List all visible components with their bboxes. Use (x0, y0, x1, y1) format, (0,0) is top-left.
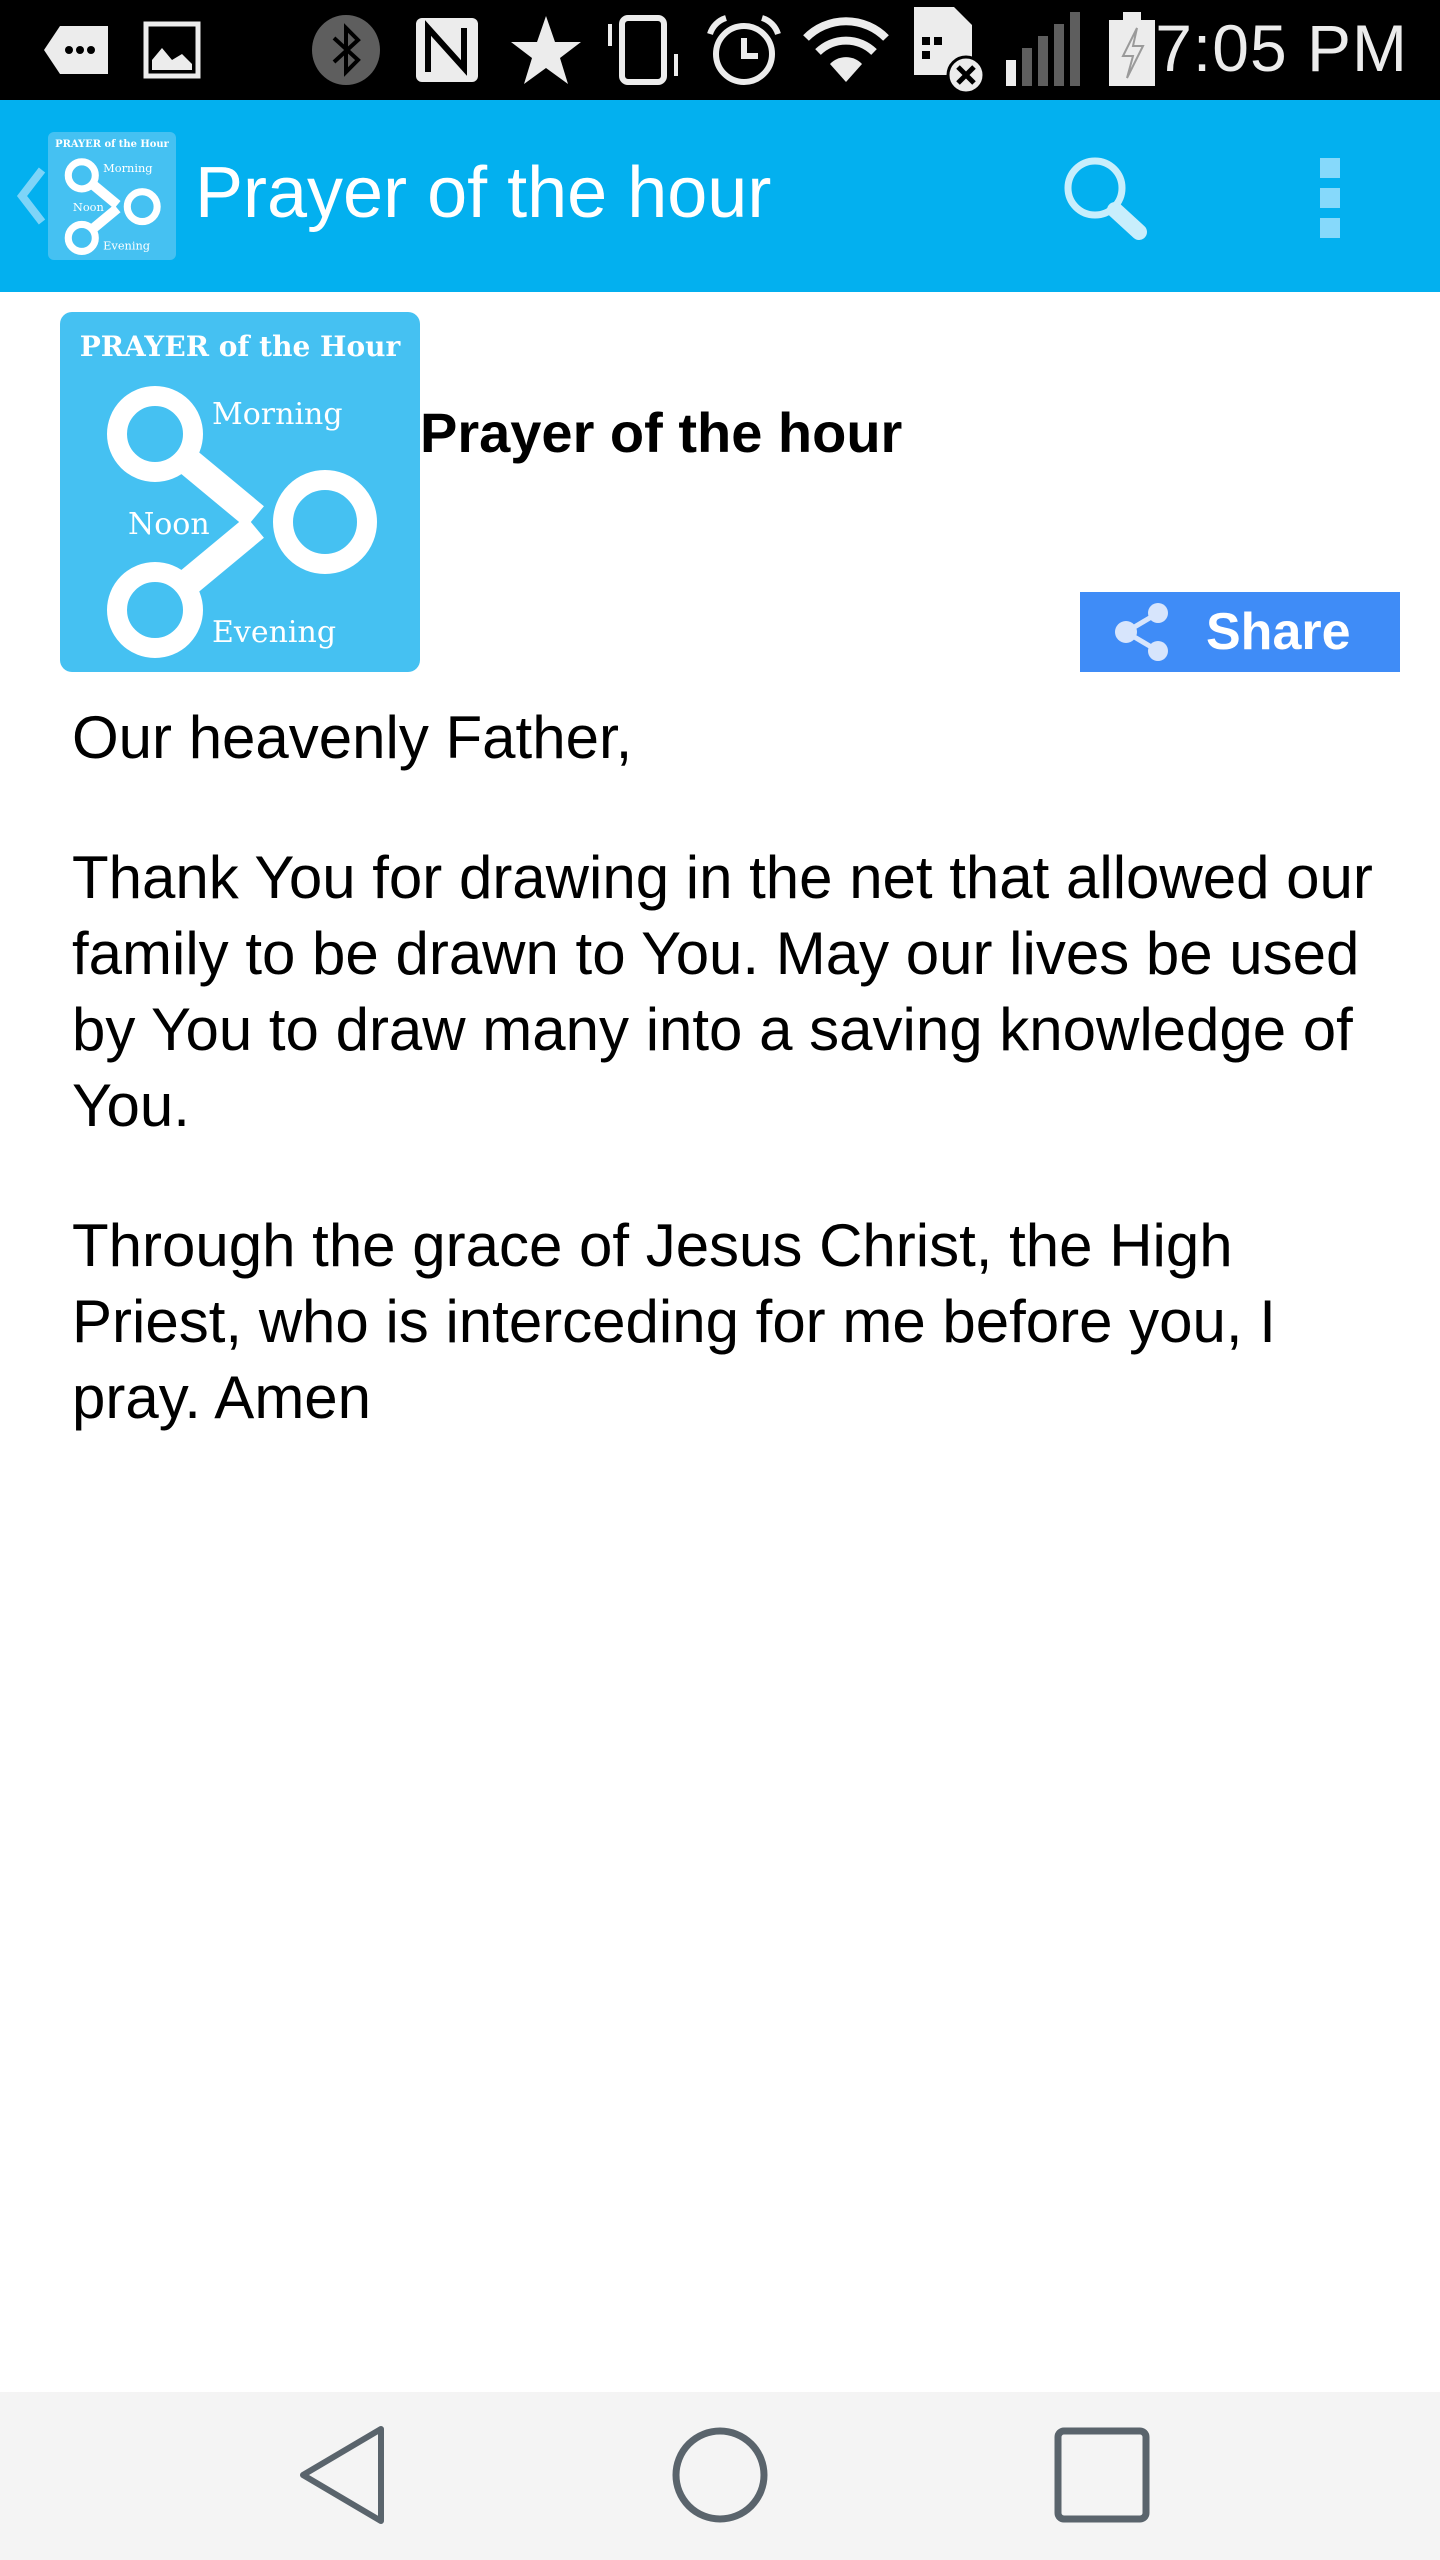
status-bar: 7:05 PM (0, 0, 1440, 100)
more-vert-icon (1318, 156, 1342, 243)
vibrate-icon (604, 14, 684, 86)
logo-title: PRAYER of the Hour (80, 330, 402, 363)
message-icon (40, 14, 112, 86)
nav-recents-button[interactable] (1032, 2426, 1172, 2526)
logo-label-morning: Morning (103, 161, 152, 175)
app-title: Prayer of the hour (195, 153, 772, 233)
chevron-left-icon[interactable] (14, 166, 46, 226)
prayer-header: PRAYER of the Hour Morning Noon Evening … (0, 292, 1440, 682)
logo-label-noon: Noon (128, 507, 210, 542)
battery-charging-icon (1106, 12, 1158, 86)
recents-icon (1052, 2425, 1152, 2528)
home-icon (670, 2425, 770, 2528)
overflow-menu-button[interactable] (1290, 144, 1370, 254)
logo-label-evening: Evening (103, 238, 150, 252)
image-icon (140, 14, 204, 86)
prayer-paragraph: Thank You for drawing in the net that al… (72, 844, 1373, 1139)
logo-label-evening: Evening (212, 615, 336, 650)
system-nav-bar (0, 2392, 1440, 2560)
signal-icon (1004, 12, 1090, 86)
back-icon (297, 2425, 387, 2528)
app-logo[interactable]: PRAYER of the Hour Morning Noon Evening (48, 132, 176, 260)
search-icon (1057, 150, 1153, 249)
bluetooth-icon (308, 14, 384, 86)
nfc-icon (412, 14, 482, 86)
logo-title: PRAYER of the Hour (55, 139, 170, 150)
prayer-body: Our heavenly Father, Thank You for drawi… (72, 700, 1392, 1500)
status-time: 7:05 PM (1155, 11, 1408, 85)
search-button[interactable] (1050, 144, 1160, 254)
app-bar: PRAYER of the Hour Morning Noon Evening … (0, 100, 1440, 292)
alarm-icon (704, 14, 784, 86)
star-icon (508, 14, 584, 86)
no-sim-icon (910, 7, 990, 95)
logo-label-noon: Noon (73, 200, 104, 214)
share-button[interactable]: Share (1080, 592, 1400, 672)
prayer-logo-image: PRAYER of the Hour Morning Noon Evening (60, 312, 420, 672)
share-label: Share (1206, 603, 1351, 661)
share-icon (1110, 599, 1176, 665)
prayer-paragraph: Our heavenly Father, (72, 704, 633, 771)
prayer-paragraph: Through the grace of Jesus Christ, the H… (72, 1212, 1276, 1431)
nav-back-button[interactable] (272, 2425, 412, 2528)
nav-home-button[interactable] (650, 2426, 790, 2526)
prayer-heading: Prayer of the hour (420, 401, 903, 464)
logo-label-morning: Morning (212, 397, 343, 432)
wifi-icon (800, 14, 892, 86)
